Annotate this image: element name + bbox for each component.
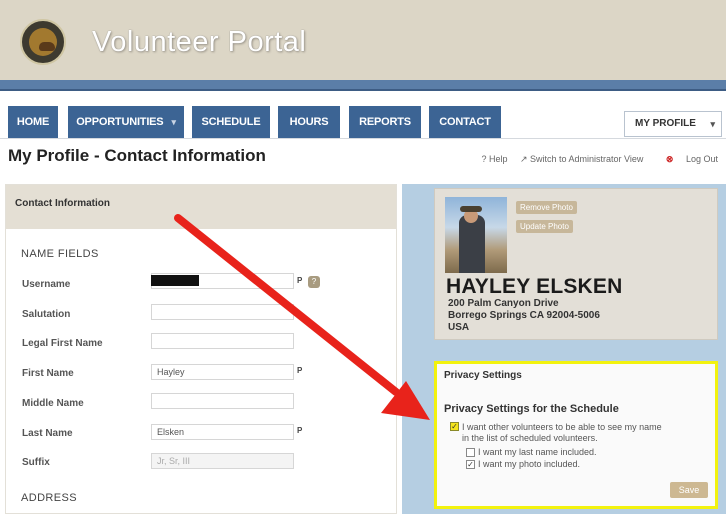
address-line-1: 200 Palm Canyon Drive: [448, 298, 559, 309]
nav-home[interactable]: HOME: [8, 106, 58, 138]
nav-reports[interactable]: REPORTS: [349, 106, 421, 138]
contact-info-header: Contact Information: [6, 185, 396, 229]
nav-schedule-label: SCHEDULE: [201, 116, 261, 128]
site-header: Volunteer Portal: [0, 0, 726, 81]
bear-icon: [39, 42, 55, 51]
last-name-input[interactable]: Elsken: [151, 424, 294, 440]
privacy-schedule-heading: Privacy Settings for the Schedule: [444, 403, 619, 415]
photo-option-label: I want my photo included.: [478, 459, 581, 469]
contact-info-title: Contact Information: [15, 198, 110, 209]
nav-divider: [0, 138, 726, 139]
suffix-label: Suffix: [22, 457, 50, 468]
nav-hours-label: HOURS: [289, 116, 329, 128]
nav-reports-label: REPORTS: [359, 116, 411, 128]
question-icon[interactable]: ?: [308, 276, 320, 288]
header-dark-band: [0, 89, 726, 91]
show-name-checkbox[interactable]: ✓: [450, 422, 459, 431]
last-name-label: Last Name: [22, 428, 73, 439]
legal-first-name-input[interactable]: [151, 333, 294, 349]
page-title: My Profile - Contact Information: [8, 146, 266, 165]
show-name-label-line1: I want other volunteers to be able to se…: [462, 422, 662, 432]
salutation-label: Salutation: [22, 309, 71, 320]
nav-opportunities-label: OPPORTUNITIES: [76, 116, 164, 128]
legal-first-name-label: Legal First Name: [22, 338, 103, 349]
nav-home-label: HOME: [16, 116, 50, 128]
logout-link[interactable]: ⊗ Log Out: [656, 154, 718, 164]
state-parks-logo-icon[interactable]: [20, 19, 66, 65]
required-flag-icon: P: [297, 276, 303, 285]
update-photo-button[interactable]: Update Photo: [516, 220, 573, 233]
nav-hours[interactable]: HOURS: [278, 106, 340, 138]
logout-icon: ⊗: [665, 154, 674, 164]
address-line-2: Borrego Springs CA 92004-5006: [448, 310, 600, 321]
chevron-down-icon: ▾: [710, 119, 715, 129]
address-line-3: USA: [448, 322, 470, 333]
photo-checkbox[interactable]: ✓: [466, 460, 475, 469]
switch-admin-link[interactable]: ↗ Switch to Administrator View: [520, 154, 643, 164]
nav-opportunities[interactable]: OPPORTUNITIES ▾: [68, 106, 184, 138]
username-label: Username: [22, 279, 71, 290]
username-redaction: [151, 275, 199, 286]
logout-label: Log Out: [685, 154, 718, 164]
nav-contact-label: CONTACT: [439, 116, 491, 128]
volunteer-name: HAYLEY ELSKEN: [446, 275, 623, 298]
nav-contact[interactable]: CONTACT: [429, 106, 501, 138]
my-profile-dropdown[interactable]: MY PROFILE ▾: [624, 111, 722, 137]
chevron-down-icon: ▾: [171, 117, 176, 127]
utility-links: ? Help ↗ Switch to Administrator View ⊗ …: [471, 154, 718, 165]
show-name-label-line2: in the list of scheduled volunteers.: [462, 433, 598, 443]
middle-name-label: Middle Name: [22, 398, 84, 409]
suffix-input[interactable]: Jr, Sr, III: [151, 453, 294, 469]
salutation-input[interactable]: [151, 304, 294, 320]
last-name-option-label: I want my last name included.: [478, 447, 597, 457]
profile-photo: [445, 197, 507, 273]
remove-photo-button[interactable]: Remove Photo: [516, 201, 577, 214]
first-name-input[interactable]: Hayley: [151, 364, 294, 380]
required-flag-icon: P: [297, 426, 303, 435]
last-name-checkbox[interactable]: [466, 448, 475, 457]
first-name-label: First Name: [22, 368, 74, 379]
middle-name-input[interactable]: [151, 393, 294, 409]
photo-person-shape: [459, 215, 485, 273]
address-heading: ADDRESS: [21, 492, 77, 504]
name-fields-heading: NAME FIELDS: [21, 248, 99, 260]
required-flag-icon: P: [297, 366, 303, 375]
logo-seal: [29, 28, 57, 56]
my-profile-label: MY PROFILE: [635, 118, 696, 129]
save-button[interactable]: Save: [670, 482, 708, 498]
photo-hat-shape: [460, 206, 482, 212]
header-blue-band: [0, 80, 726, 89]
privacy-settings-title: Privacy Settings: [444, 370, 522, 381]
help-link[interactable]: ? Help: [481, 154, 507, 164]
site-brand-title[interactable]: Volunteer Portal: [92, 26, 306, 59]
nav-schedule[interactable]: SCHEDULE: [192, 106, 270, 138]
